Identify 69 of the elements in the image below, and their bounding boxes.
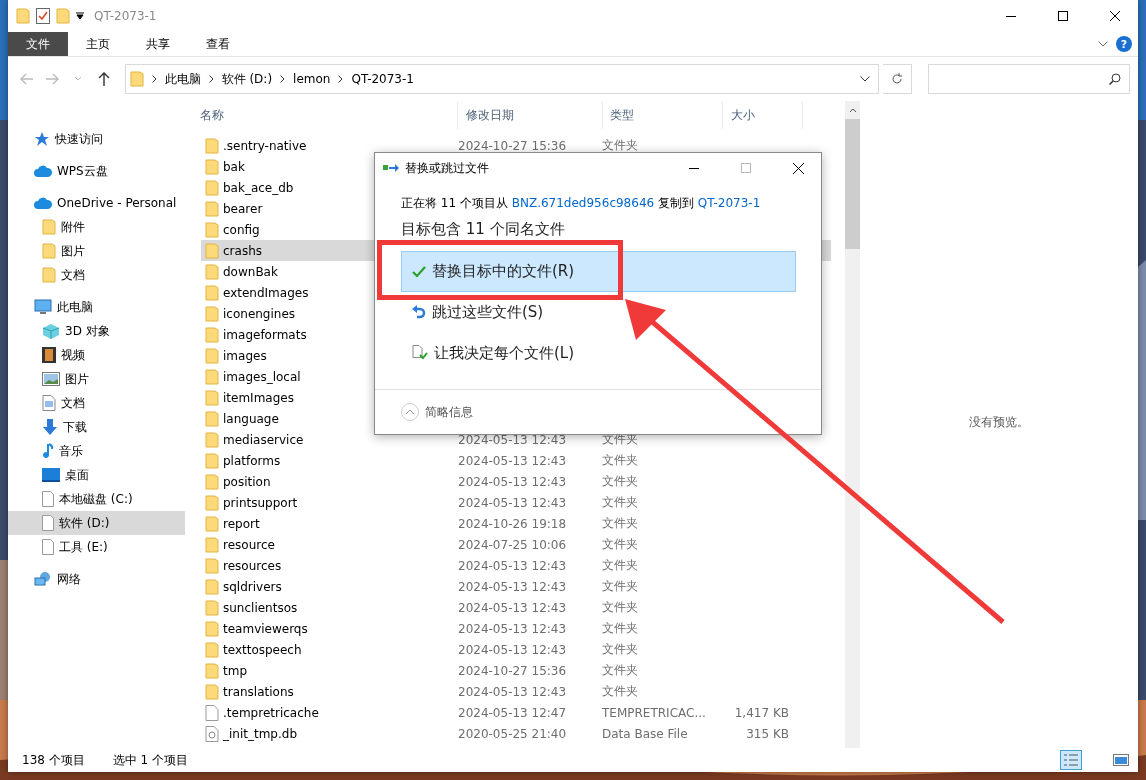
file-name: .tempretricache: [223, 705, 319, 720]
file-name: bearer: [223, 201, 263, 216]
file-name: position: [223, 474, 271, 489]
file-name: printsupport: [223, 495, 298, 510]
date-cell-text: 2024-05-13 12:43: [458, 474, 568, 489]
type-cell-text: 文件夹: [602, 599, 639, 616]
preview-message: 没有预览。: [969, 414, 1029, 431]
file-name: report: [223, 516, 260, 531]
selection-count: 选中 1 个项目: [112, 751, 188, 769]
file-name: mediaservice: [223, 432, 304, 447]
size-cell-text: 1,417 KB: [733, 705, 789, 720]
date-cell-text: 2020-05-25 21:40: [458, 726, 568, 741]
file-name: iconengines: [223, 306, 296, 321]
date-cell-text: 2024-10-27 15:36: [458, 138, 568, 153]
file-name: bak: [223, 159, 245, 174]
date-cell-text: 2024-05-13 12:43: [458, 621, 568, 636]
file-name: config: [223, 222, 260, 237]
file-name: teamviewerqs: [223, 621, 308, 636]
file-name: bak_ace_db: [223, 180, 294, 195]
type-cell-text: 文件夹: [602, 620, 639, 637]
date-cell-text: 2024-05-13 12:43: [458, 579, 568, 594]
type-cell-text: 文件夹: [602, 578, 639, 595]
type-cell-text: 文件夹: [602, 641, 639, 658]
dialog-title: 替换或跳过文件: [405, 159, 490, 177]
type-cell-text: 文件夹: [602, 494, 639, 511]
file-name: language: [223, 411, 279, 426]
type-cell-text: 文件夹: [602, 515, 639, 532]
file-name: resource: [223, 537, 275, 552]
item-count: 138 个项目: [22, 751, 85, 769]
file-name: translations: [223, 684, 294, 699]
file-name: downBak: [223, 264, 278, 279]
date-cell-text: 2024-05-13 12:43: [458, 432, 568, 447]
type-cell-text: 文件夹: [602, 452, 639, 469]
type-cell-text: 文件夹: [602, 536, 639, 553]
date-cell-text: 2024-10-26 19:18: [458, 516, 568, 531]
date-cell-text: 2024-07-25 10:06: [458, 537, 568, 552]
file-name: sunclientsos: [223, 600, 298, 615]
date-cell-text: 2024-05-13 12:43: [458, 453, 568, 468]
type-cell-text: 文件夹: [602, 683, 639, 700]
file-name: sqldrivers: [223, 579, 282, 594]
file-name: images: [223, 348, 267, 363]
file-name: imageformats: [223, 327, 307, 342]
date-cell-text: 2024-05-13 12:43: [458, 558, 568, 573]
date-cell-text: 2024-05-13 12:43: [458, 600, 568, 615]
file-name: .sentry-native: [223, 138, 307, 153]
file-name: resources: [223, 558, 282, 573]
file-name: tmp: [223, 663, 247, 678]
type-cell-text: TEMPRETRICAC...: [602, 705, 707, 720]
size-cell-text: 315 KB: [745, 726, 789, 741]
file-name: images_local: [223, 369, 301, 384]
file-name: itemImages: [223, 390, 294, 405]
type-cell-text: 文件夹: [602, 473, 639, 490]
date-cell-text: 2024-05-13 12:43: [458, 684, 568, 699]
date-cell-text: 2024-05-13 12:43: [458, 642, 568, 657]
type-cell-text: 文件夹: [602, 557, 639, 574]
type-cell-text: 文件夹: [602, 662, 639, 679]
file-name: extendImages: [223, 285, 309, 300]
file-name: texttospeech: [223, 642, 302, 657]
type-cell-text: 文件夹: [602, 137, 639, 154]
file-name: platforms: [223, 453, 281, 468]
dialog-heading: 目标包含 11 个同名文件: [401, 220, 566, 239]
date-cell-text: 2024-05-13 12:43: [458, 495, 568, 510]
type-cell-text: Data Base File: [602, 726, 689, 741]
date-cell-text: 2024-05-13 12:47: [458, 705, 568, 720]
file-name: crashs: [223, 243, 262, 258]
date-cell-text: 2024-10-27 15:36: [458, 663, 568, 678]
file-name: _init_tmp.db: [223, 726, 298, 741]
window-title: QT-2073-1: [94, 9, 158, 23]
copy-message: 正在将 11 个项目从 BNZ.671ded956c98646 复制到 QT-2073-1: [401, 195, 762, 212]
